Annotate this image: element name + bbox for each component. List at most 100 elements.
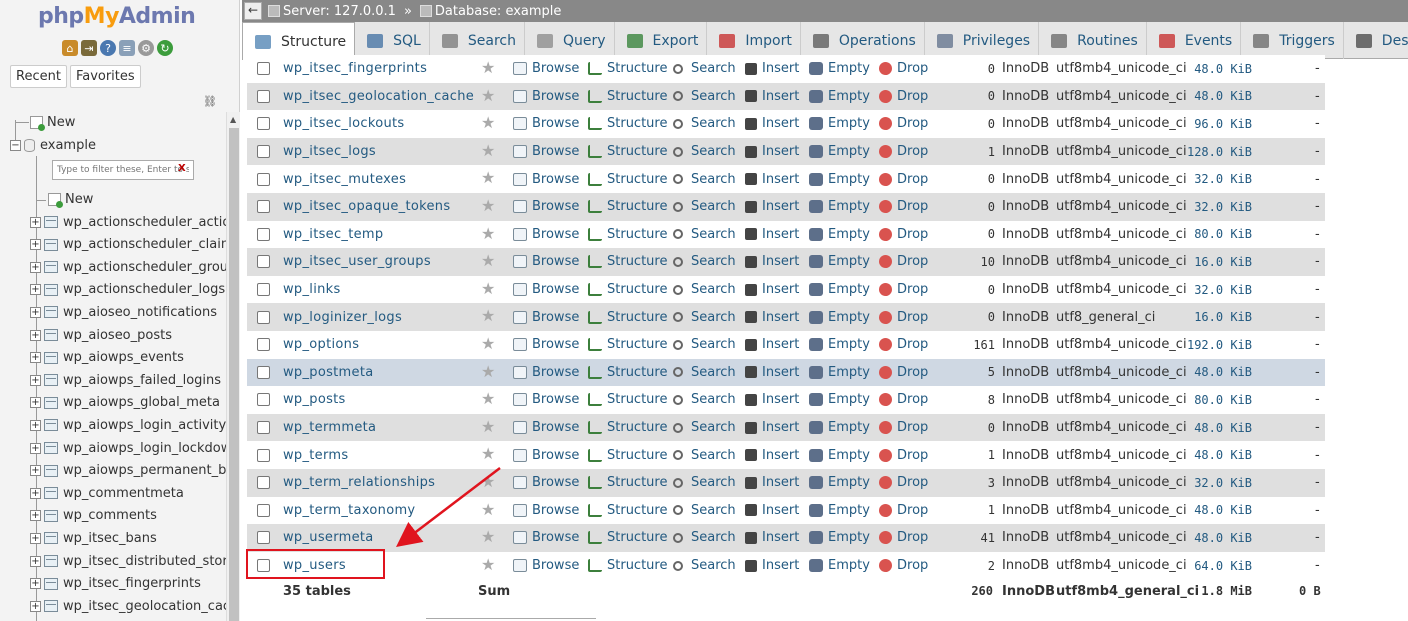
tree-table-item[interactable]: + wp_aiowps_permanent_blo [30,460,226,482]
browse-action[interactable]: Browse [513,282,579,297]
table-size[interactable]: 48.0 KiB [1194,448,1252,462]
table-filter-input[interactable] [52,160,194,180]
empty-action[interactable]: Empty [809,227,870,242]
drop-action[interactable]: Drop [879,530,928,545]
table-name-link[interactable]: wp_itsec_logs [283,144,376,159]
collation[interactable]: utf8mb4_unicode_ci [1056,337,1187,352]
search-action[interactable]: Search [673,89,736,104]
table-size[interactable]: 48.0 KiB [1194,503,1252,517]
empty-action[interactable]: Empty [809,61,870,76]
table-name-link[interactable]: wp_postmeta [283,365,374,380]
empty-action[interactable]: Empty [809,89,870,104]
browse-action[interactable]: Browse [513,475,579,490]
browse-action[interactable]: Browse [513,558,579,573]
favorite-star-icon[interactable]: ★ [481,444,495,463]
favorite-star-icon[interactable]: ★ [481,168,495,187]
tab-routines[interactable]: Routines [1039,22,1147,59]
empty-action[interactable]: Empty [809,558,870,573]
collation[interactable]: utf8mb4_unicode_ci [1056,144,1187,159]
row-checkbox[interactable] [257,62,270,76]
tab-import[interactable]: Import [707,22,801,59]
table-size[interactable]: 32.0 KiB [1194,476,1252,490]
collation[interactable]: utf8mb4_unicode_ci [1056,282,1187,297]
structure-action[interactable]: Structure [588,282,667,297]
row-checkbox[interactable] [257,145,270,159]
structure-action[interactable]: Structure [588,89,667,104]
tree-table-item[interactable]: + wp_actionscheduler_logs [30,279,225,301]
table-name-link[interactable]: wp_loginizer_logs [283,310,402,325]
tab-search[interactable]: Search [430,22,525,59]
insert-action[interactable]: Insert [745,558,799,573]
collation[interactable]: utf8_general_ci [1056,310,1155,325]
insert-action[interactable]: Insert [745,392,799,407]
structure-action[interactable]: Structure [588,448,667,463]
collation[interactable]: utf8mb4_unicode_ci [1056,448,1187,463]
table-size[interactable]: 48.0 KiB [1194,531,1252,545]
collation[interactable]: utf8mb4_unicode_ci [1056,503,1187,518]
row-checkbox[interactable] [257,200,270,214]
search-action[interactable]: Search [673,475,736,490]
structure-action[interactable]: Structure [588,420,667,435]
table-name-link[interactable]: wp_itsec_temp [283,227,383,242]
expand-icon[interactable]: + [30,532,41,544]
row-checkbox[interactable] [257,172,270,186]
browse-action[interactable]: Browse [513,227,579,242]
help-icon[interactable]: ? [100,40,116,56]
expand-icon[interactable]: + [30,397,41,409]
browse-action[interactable]: Browse [513,337,579,352]
search-action[interactable]: Search [673,448,736,463]
tree-table-item[interactable]: + wp_aiowps_global_meta [30,392,220,414]
tree-table-item[interactable]: + wp_actionscheduler_action [30,211,226,233]
expand-icon[interactable]: + [30,442,41,454]
row-checkbox[interactable] [257,365,270,379]
table-size[interactable]: 48.0 KiB [1194,421,1252,435]
collation[interactable]: utf8mb4_unicode_ci [1056,420,1187,435]
favorite-star-icon[interactable]: ★ [481,527,495,546]
insert-action[interactable]: Insert [745,448,799,463]
insert-action[interactable]: Insert [745,365,799,380]
favorite-star-icon[interactable]: ★ [481,500,495,519]
tree-new-table[interactable]: New [48,188,93,210]
insert-action[interactable]: Insert [745,144,799,159]
drop-action[interactable]: Drop [879,282,928,297]
expand-icon[interactable]: + [30,306,41,318]
expand-icon[interactable]: + [30,555,41,567]
collation[interactable]: utf8mb4_unicode_ci [1056,558,1187,573]
insert-action[interactable]: Insert [745,199,799,214]
expand-icon[interactable]: + [30,329,41,341]
drop-action[interactable]: Drop [879,199,928,214]
drop-action[interactable]: Drop [879,420,928,435]
drop-action[interactable]: Drop [879,448,928,463]
favorite-star-icon[interactable]: ★ [481,389,495,408]
insert-action[interactable]: Insert [745,116,799,131]
insert-action[interactable]: Insert [745,310,799,325]
tree-table-item[interactable]: + wp_aiowps_events [30,347,184,369]
tab-designer[interactable]: Designer [1344,22,1408,59]
expand-icon[interactable]: + [30,419,41,431]
structure-action[interactable]: Structure [588,337,667,352]
insert-action[interactable]: Insert [745,227,799,242]
search-action[interactable]: Search [673,254,736,269]
tree-database-example[interactable]: − example [10,134,96,156]
collation[interactable]: utf8mb4_unicode_ci [1056,199,1187,214]
expand-icon[interactable]: + [30,465,41,477]
insert-action[interactable]: Insert [745,254,799,269]
structure-action[interactable]: Structure [588,310,667,325]
structure-action[interactable]: Structure [588,365,667,380]
favorite-star-icon[interactable]: ★ [481,251,495,270]
structure-action[interactable]: Structure [588,144,667,159]
drop-action[interactable]: Drop [879,144,928,159]
favorite-star-icon[interactable]: ★ [481,472,495,491]
search-action[interactable]: Search [673,503,736,518]
table-name-link[interactable]: wp_itsec_lockouts [283,116,404,131]
search-action[interactable]: Search [673,172,736,187]
browse-action[interactable]: Browse [513,448,579,463]
insert-action[interactable]: Insert [745,172,799,187]
scroll-thumb[interactable] [229,128,239,621]
tree-table-item[interactable]: + wp_aioseo_posts [30,324,172,346]
collation[interactable]: utf8mb4_unicode_ci [1056,227,1187,242]
empty-action[interactable]: Empty [809,448,870,463]
home-icon[interactable]: ⌂ [62,40,78,56]
search-action[interactable]: Search [673,227,736,242]
insert-action[interactable]: Insert [745,503,799,518]
